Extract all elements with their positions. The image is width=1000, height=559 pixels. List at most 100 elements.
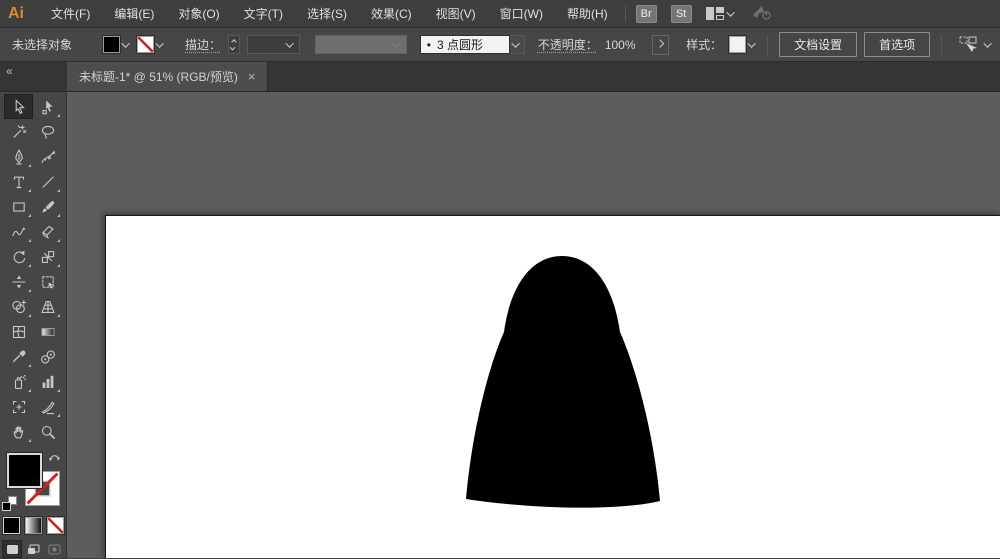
stroke-weight-combo[interactable] — [247, 35, 300, 54]
hand-tool[interactable] — [4, 419, 33, 444]
flyout-indicator — [28, 189, 31, 192]
document-tab-title: 未标题-1* @ 51% (RGB/预览) — [79, 68, 238, 85]
rectangle-tool[interactable] — [4, 194, 33, 219]
fill-stroke-widget — [2, 451, 64, 513]
flyout-indicator — [57, 214, 60, 217]
chevron-down-icon[interactable] — [121, 39, 129, 47]
gradient-button[interactable] — [25, 517, 42, 534]
fill-color-swatch[interactable] — [103, 36, 120, 53]
scale-tool[interactable] — [33, 244, 62, 269]
brush-definition-field[interactable]: • 3 点圆形 — [420, 35, 510, 54]
flyout-indicator — [57, 264, 60, 267]
flyout-indicator — [57, 389, 60, 392]
eyedropper-tool[interactable] — [4, 344, 33, 369]
artboard[interactable] — [105, 215, 1000, 558]
menu-items: 文件(F)编辑(E)对象(O)文字(T)选择(S)效果(C)视图(V)窗口(W)… — [40, 1, 619, 26]
style-label: 样式： — [686, 36, 722, 53]
menu-item-view[interactable]: 视图(V) — [425, 1, 487, 26]
zoom-tool[interactable] — [33, 419, 62, 444]
slice-tool[interactable] — [33, 394, 62, 419]
none-button[interactable] — [47, 517, 64, 534]
paintbrush-tool[interactable] — [33, 194, 62, 219]
artboard-tool[interactable] — [4, 394, 33, 419]
line-segment-tool[interactable] — [33, 169, 62, 194]
color-button[interactable] — [3, 517, 20, 534]
swap-fill-stroke-icon[interactable] — [48, 451, 62, 466]
menu-item-file[interactable]: 文件(F) — [40, 1, 101, 26]
perspective-grid-tool[interactable] — [33, 294, 62, 319]
direct-selection-tool[interactable] — [33, 94, 62, 119]
eraser-tool[interactable] — [33, 219, 62, 244]
blend-tool[interactable] — [33, 344, 62, 369]
flyout-indicator — [28, 439, 31, 442]
chevron-down-icon[interactable] — [747, 39, 755, 47]
control-separator — [767, 35, 768, 55]
opacity-value[interactable]: 100% — [605, 38, 645, 52]
stroke-weight-stepper[interactable] — [228, 35, 240, 54]
menu-item-help[interactable]: 帮助(H) — [556, 1, 619, 26]
chevron-down-icon[interactable] — [726, 8, 734, 16]
menu-item-window[interactable]: 窗口(W) — [489, 1, 554, 26]
arrange-cursor-icon[interactable] — [959, 36, 992, 54]
black-bell-shape[interactable] — [464, 256, 664, 514]
column-graph-tool[interactable] — [33, 369, 62, 394]
flyout-indicator — [28, 214, 31, 217]
gradient-tool[interactable] — [33, 319, 62, 344]
stock-button[interactable]: St — [671, 5, 692, 23]
flyout-indicator — [28, 264, 31, 267]
tab-bar: « 未标题-1* @ 51% (RGB/预览) × — [0, 62, 1000, 92]
menu-bar: Ai 文件(F)编辑(E)对象(O)文字(T)选择(S)效果(C)视图(V)窗口… — [0, 0, 1000, 28]
stroke-color-swatch[interactable] — [137, 36, 154, 53]
rotate-tool[interactable] — [4, 244, 33, 269]
draw-behind-mode[interactable] — [23, 540, 43, 558]
flyout-indicator — [28, 314, 31, 317]
flyout-indicator — [57, 239, 60, 242]
stroke-label[interactable]: 描边： — [185, 36, 221, 53]
chevron-down-icon[interactable] — [983, 39, 991, 47]
document-tab[interactable]: 未标题-1* @ 51% (RGB/预览) × — [67, 62, 268, 91]
menu-item-edit[interactable]: 编辑(E) — [103, 1, 165, 26]
curvature-tool[interactable] — [33, 144, 62, 169]
collapse-tools-button[interactable]: « — [6, 64, 13, 78]
menu-item-select[interactable]: 选择(S) — [296, 1, 358, 26]
symbol-sprayer-tool[interactable] — [4, 369, 33, 394]
fill-color-indicator[interactable] — [7, 453, 42, 488]
selection-status: 未选择对象 — [12, 36, 72, 53]
menu-item-object[interactable]: 对象(O) — [167, 1, 230, 26]
preferences-button[interactable]: 首选项 — [864, 32, 930, 57]
magic-wand-tool[interactable] — [4, 119, 33, 144]
style-swatch[interactable] — [729, 36, 746, 53]
control-bar: 未选择对象 描边： • 3 点圆形 不透明度： 100% 样式： 文档设 — [0, 28, 1000, 62]
menu-item-effect[interactable]: 效果(C) — [360, 1, 423, 26]
width-tool[interactable] — [4, 269, 33, 294]
type-tool[interactable] — [4, 169, 33, 194]
lasso-tool[interactable] — [33, 119, 62, 144]
flyout-indicator — [28, 239, 31, 242]
document-setup-button[interactable]: 文档设置 — [779, 32, 857, 57]
flyout-indicator — [57, 314, 60, 317]
pen-tool[interactable] — [4, 144, 33, 169]
canvas-area[interactable] — [67, 92, 1000, 558]
workspace-switcher-icon[interactable] — [706, 7, 724, 20]
opacity-label[interactable]: 不透明度： — [538, 36, 598, 53]
illustrator-window: Ai 文件(F)编辑(E)对象(O)文字(T)选择(S)效果(C)视图(V)窗口… — [0, 0, 1000, 559]
chevron-down-icon[interactable] — [155, 39, 163, 47]
default-fill-stroke-icon[interactable] — [2, 496, 17, 511]
shaper-tool[interactable] — [4, 219, 33, 244]
draw-inside-mode — [44, 540, 64, 558]
mesh-tool[interactable] — [4, 319, 33, 344]
touch-workspace-icon[interactable] — [751, 3, 771, 24]
flyout-indicator — [57, 414, 60, 417]
shape-builder-tool[interactable] — [4, 294, 33, 319]
bridge-button[interactable]: Br — [636, 5, 657, 23]
draw-normal-mode[interactable] — [2, 540, 22, 558]
free-transform-tool[interactable] — [33, 269, 62, 294]
chevron-right-icon[interactable] — [652, 35, 669, 55]
brush-definition-dropdown[interactable] — [510, 35, 525, 54]
flyout-indicator — [28, 364, 31, 367]
menu-item-type[interactable]: 文字(T) — [233, 1, 294, 26]
close-icon[interactable]: × — [248, 70, 256, 83]
selection-tool[interactable] — [4, 94, 33, 119]
brush-definition-value: 3 点圆形 — [437, 36, 483, 53]
brush-preview-dot: • — [427, 38, 431, 52]
